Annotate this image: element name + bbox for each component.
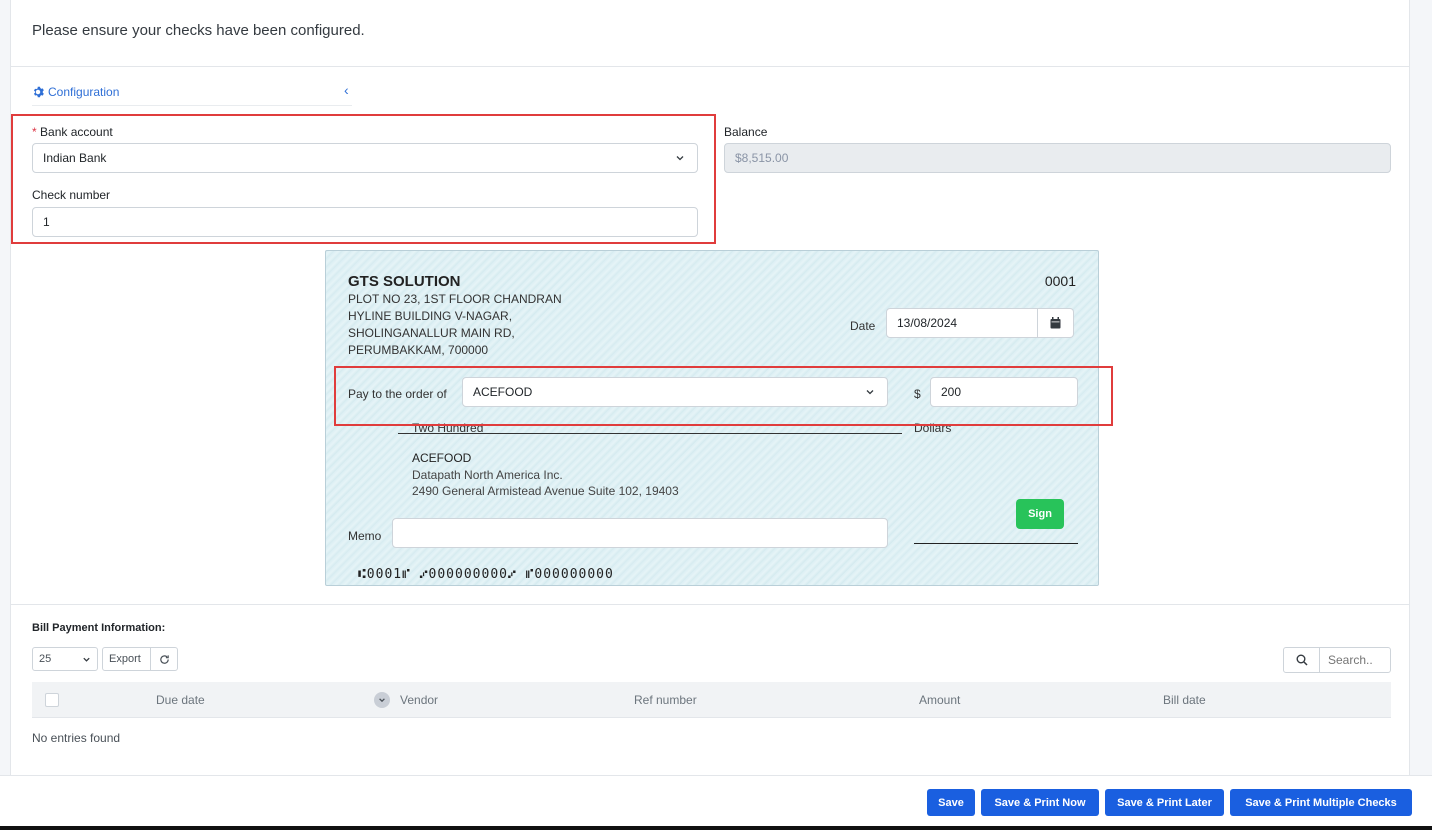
balance-value: $8,515.00 — [735, 151, 789, 165]
search-icon[interactable] — [1284, 648, 1320, 672]
window-bottom-edge — [0, 826, 1432, 830]
sign-button[interactable]: Sign — [1016, 499, 1064, 529]
bill-payment-title: Bill Payment Information: — [32, 622, 166, 634]
search-box[interactable] — [1283, 647, 1391, 673]
divider — [11, 66, 1409, 67]
column-amount[interactable]: Amount — [919, 693, 960, 707]
amount-words-line — [398, 433, 902, 434]
configuration-link[interactable]: Configuration — [32, 85, 119, 99]
empty-table-message: No entries found — [32, 731, 121, 745]
export-button[interactable]: Export — [102, 647, 151, 671]
divider — [11, 604, 1409, 605]
column-ref-number[interactable]: Ref number — [634, 693, 697, 707]
column-vendor[interactable]: Vendor — [400, 693, 438, 707]
memo-input[interactable] — [392, 518, 888, 548]
date-input[interactable]: 13/08/2024 — [886, 308, 1038, 338]
micr-line: ⑆0001⑈ ⑇000000000⑇ ⑈000000000 — [358, 567, 614, 582]
payee-address-line: 2490 General Armistead Avenue Suite 102,… — [412, 484, 679, 498]
config-notice: Please ensure your checks have been conf… — [32, 22, 365, 39]
refresh-icon — [159, 654, 169, 664]
save-print-now-button[interactable]: Save & Print Now — [981, 789, 1099, 816]
company-address-line: HYLINE BUILDING V-NAGAR, — [348, 309, 513, 323]
page-size-value: 25 — [39, 653, 52, 665]
save-button[interactable]: Save — [927, 789, 975, 816]
check-number-display: 0001 — [1044, 273, 1076, 289]
save-print-multiple-button[interactable]: Save & Print Multiple Checks — [1230, 789, 1412, 816]
date-value: 13/08/2024 — [897, 316, 958, 330]
column-due-date[interactable]: Due date — [156, 693, 205, 707]
check-form-page: Please ensure your checks have been conf… — [10, 0, 1410, 775]
highlight-box — [334, 366, 1113, 426]
search-input[interactable] — [1320, 648, 1390, 672]
sort-chevron-icon[interactable] — [374, 692, 390, 708]
memo-label: Memo — [348, 529, 382, 543]
company-address-line: PERUMBAKKAM, 700000 — [348, 343, 489, 357]
select-all-checkbox[interactable] — [45, 693, 59, 707]
company-address-line: PLOT NO 23, 1ST FLOOR CHANDRAN — [348, 292, 562, 306]
save-print-later-button[interactable]: Save & Print Later — [1105, 789, 1224, 816]
calendar-icon — [1050, 317, 1061, 329]
calendar-button[interactable] — [1038, 308, 1074, 338]
chevron-left-icon[interactable]: ‹ — [344, 82, 349, 98]
configuration-label: Configuration — [48, 85, 120, 99]
gear-icon — [33, 86, 44, 98]
page-size-select[interactable]: 25 — [32, 647, 98, 671]
column-bill-date[interactable]: Bill date — [1163, 693, 1206, 707]
signature-line — [914, 543, 1078, 544]
refresh-button[interactable] — [150, 647, 178, 671]
date-label: Date — [850, 319, 876, 333]
company-address-line: SHOLINGANALLUR MAIN RD, — [348, 326, 515, 340]
highlight-box — [11, 114, 716, 244]
divider — [32, 105, 352, 106]
balance-label: Balance — [724, 125, 768, 139]
company-name: GTS SOLUTION — [348, 273, 461, 290]
chevron-down-icon — [83, 657, 90, 662]
table-header: Due date Vendor Ref number Amount Bill d… — [32, 682, 1391, 718]
payee-name: ACEFOOD — [412, 451, 472, 465]
balance-field: $8,515.00 — [724, 143, 1391, 173]
payee-address-line: Datapath North America Inc. — [412, 468, 563, 482]
